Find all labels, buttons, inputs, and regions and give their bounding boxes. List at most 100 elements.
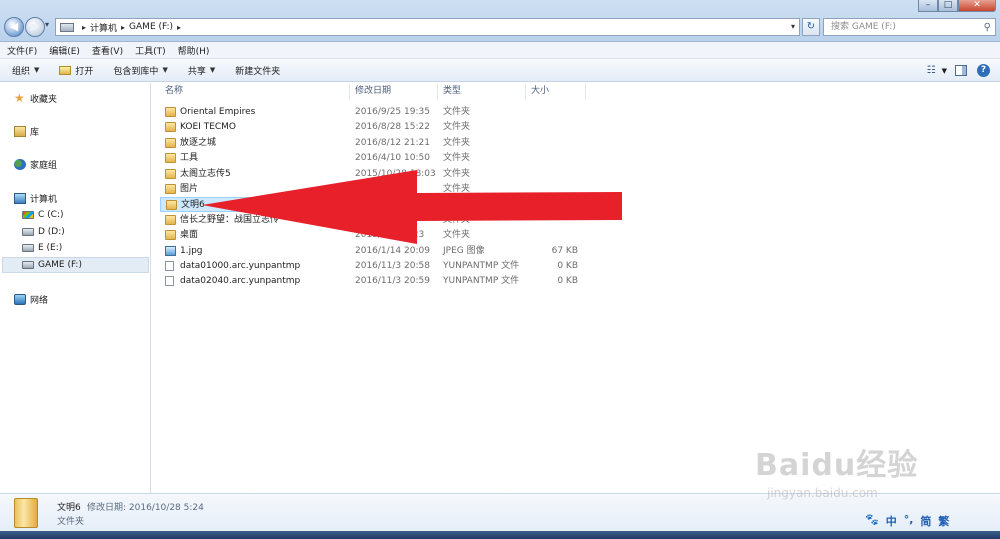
drive-icon	[22, 261, 34, 269]
folder-icon	[165, 122, 176, 133]
chevron-down-icon: ▼	[34, 66, 40, 74]
drive-icon	[22, 244, 34, 252]
nav-drive-e[interactable]: E (E:)	[22, 240, 62, 256]
file-name: data02040.arc.yunpantmp	[180, 276, 301, 287]
star-icon: ★	[14, 90, 25, 105]
column-type[interactable]: 类型	[438, 83, 526, 100]
folder-icon	[165, 153, 176, 164]
nav-libraries-label: 库	[30, 127, 40, 138]
new-folder-button[interactable]: 新建文件夹	[235, 64, 280, 77]
include-in-library-label: 包含到库中	[113, 66, 159, 77]
menu-file[interactable]: 文件(F)	[7, 44, 37, 57]
nav-drive-game-label: GAME (F:)	[38, 260, 82, 270]
baidu-watermark: Baidu经验 jingyan.baidu.com	[755, 440, 918, 500]
address-dropdown-icon[interactable]: ▾	[791, 22, 795, 31]
nav-homegroup[interactable]: 家庭组	[14, 156, 57, 172]
file-size: 0 KB	[557, 276, 578, 287]
chevron-right-icon[interactable]: ▸	[121, 23, 125, 32]
file-icon	[165, 276, 174, 287]
menu-view[interactable]: 查看(V)	[92, 44, 123, 57]
close-button[interactable]: ✕	[958, 0, 996, 12]
column-modified[interactable]: 修改日期	[350, 83, 438, 100]
homegroup-icon	[14, 158, 26, 170]
nav-drive-c[interactable]: C (C:)	[22, 207, 63, 223]
file-modified: 2016/4/10 10:50	[355, 153, 430, 164]
library-icon	[14, 125, 26, 137]
chevron-right-icon[interactable]: ▸	[177, 23, 181, 32]
refresh-button[interactable]: ↻	[802, 18, 820, 36]
column-name[interactable]: 名称	[160, 83, 350, 100]
details-name: 文明6	[57, 503, 81, 513]
search-placeholder: 搜索 GAME (F:)	[831, 22, 896, 32]
menu-bar: 文件(F) 编辑(E) 查看(V) 工具(T) 帮助(H)	[0, 42, 1000, 59]
breadcrumb-game-drive[interactable]: GAME (F:)	[129, 22, 173, 32]
menu-tools[interactable]: 工具(T)	[135, 44, 166, 57]
navigation-pane: ★ 收藏夹 库 家庭组 计算机 C (C:) D (D:) E (E:) GAM…	[0, 83, 151, 493]
file-type: 文件夹	[443, 107, 471, 117]
chevron-right-icon[interactable]: ▸	[82, 23, 86, 32]
file-list: 名称 修改日期 类型 大小 Oriental Empires 2016/9/25 …	[152, 83, 1000, 493]
watermark-url: jingyan.baidu.com	[767, 486, 878, 500]
menu-help[interactable]: 帮助(H)	[178, 44, 210, 57]
nav-computer[interactable]: 计算机	[14, 190, 57, 206]
ime-mode-chinese[interactable]: 中	[886, 513, 897, 529]
maximize-button[interactable]: □	[938, 0, 958, 12]
column-size[interactable]: 大小	[526, 83, 586, 100]
nav-libraries[interactable]: 库	[14, 123, 39, 139]
details-type: 文件夹	[57, 517, 85, 527]
forward-arrow-icon: ▶	[30, 20, 40, 33]
open-label: 打开	[75, 66, 94, 77]
file-name: KOEI TECMO	[180, 122, 237, 133]
preview-pane-icon[interactable]	[955, 65, 967, 76]
file-row[interactable]: 工具 2016/4/10 10:50 文件夹	[160, 151, 590, 166]
taskbar	[0, 531, 1000, 539]
drive-icon	[22, 228, 34, 236]
file-row[interactable]: Oriental Empires 2016/9/25 19:35 文件夹	[160, 105, 590, 120]
address-bar[interactable]: ▸ 计算机 ▸ GAME (F:) ▸ ▾	[55, 18, 800, 36]
nav-network-label: 网络	[30, 295, 49, 306]
chevron-down-icon: ▼	[162, 66, 168, 74]
ime-simplified[interactable]: 简	[920, 513, 931, 529]
search-input[interactable]: 搜索 GAME (F:) ⚲	[823, 18, 996, 36]
ime-punctuation[interactable]: °,	[904, 513, 914, 529]
ime-traditional[interactable]: 繁	[938, 513, 949, 529]
red-arrow-annotation	[202, 170, 622, 244]
paw-icon[interactable]: 🐾	[865, 513, 879, 529]
file-row[interactable]: 放逐之城 2016/8/12 21:21 文件夹	[160, 136, 590, 151]
nav-drive-d[interactable]: D (D:)	[22, 224, 65, 240]
help-icon[interactable]: ?	[977, 64, 990, 77]
file-type: 文件夹	[443, 122, 471, 133]
breadcrumb-computer[interactable]: 计算机	[90, 21, 117, 34]
file-row[interactable]: data01000.arc.yunpantmp 2016/11/3 20:58 YU…	[160, 259, 590, 274]
back-button[interactable]: ◀	[4, 17, 24, 37]
file-name: 放逐之城	[180, 137, 217, 148]
nav-drive-d-label: D (D:)	[38, 227, 65, 237]
nav-network[interactable]: 网络	[14, 291, 48, 307]
refresh-icon: ↻	[806, 21, 816, 32]
search-icon[interactable]: ⚲	[984, 20, 991, 36]
include-in-library-button[interactable]: 包含到库中 ▼	[113, 64, 167, 77]
file-type: YUNPANTMP 文件	[443, 276, 520, 287]
recent-pages-dropdown[interactable]: ▾	[45, 20, 49, 29]
file-type: 文件夹	[443, 153, 471, 164]
nav-drive-game[interactable]: GAME (F:)	[2, 257, 149, 273]
organize-label: 组织	[12, 66, 31, 77]
nav-favorites[interactable]: ★ 收藏夹	[14, 90, 57, 106]
computer-icon	[60, 22, 74, 32]
open-button[interactable]: 打开	[59, 64, 93, 77]
file-name: 工具	[180, 153, 199, 164]
view-options-icon[interactable]: ☷	[927, 65, 936, 76]
chevron-down-icon[interactable]: ▼	[942, 67, 947, 75]
file-name: Oriental Empires	[180, 107, 256, 117]
organize-button[interactable]: 组织 ▼	[12, 64, 39, 77]
share-button[interactable]: 共享 ▼	[188, 64, 215, 77]
minimize-button[interactable]: –	[918, 0, 938, 12]
nav-computer-label: 计算机	[30, 194, 58, 205]
file-name: data01000.arc.yunpantmp	[180, 261, 301, 271]
file-row[interactable]: data02040.arc.yunpantmp 2016/11/3 20:59 YU…	[160, 274, 590, 289]
menu-edit[interactable]: 编辑(E)	[49, 44, 80, 57]
view-controls: ☷ ▼ ?	[917, 64, 990, 77]
file-row[interactable]: KOEI TECMO 2016/8/28 15:22 文件夹	[160, 120, 590, 135]
share-label: 共享	[187, 66, 206, 77]
forward-button[interactable]: ▶	[25, 17, 45, 37]
